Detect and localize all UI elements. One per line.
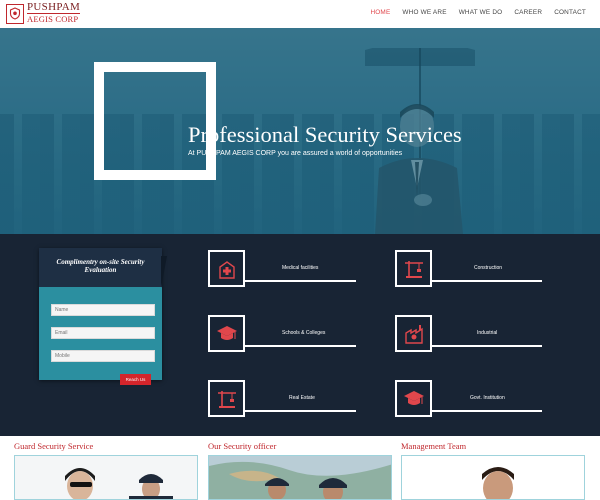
management-team-image[interactable] [401, 455, 585, 500]
hero-banner: Professional Security Services At PUSHPA… [0, 28, 600, 234]
mobile-input[interactable] [51, 350, 155, 362]
nav-contact[interactable]: CONTACT [554, 9, 586, 16]
site-header: PUSHPAM AEGIS CORP HOME WHO WE ARE WHAT … [0, 0, 600, 28]
evaluation-form: Complimentry on-site Security Evaluation… [39, 248, 167, 385]
brand-logo[interactable]: PUSHPAM AEGIS CORP [6, 1, 81, 24]
column-title-officer: Our Security officer [208, 441, 277, 451]
guard-service-image[interactable] [14, 455, 198, 500]
service-label: Real Estate [289, 395, 315, 401]
factory-icon [395, 315, 432, 352]
brand-name: PUSHPAM AEGIS CORP [27, 1, 81, 24]
hero-subtitle: At PUSHPAM AEGIS CORP you are assured a … [188, 150, 403, 157]
service-label: Govt. Institution [470, 395, 505, 401]
service-underline [432, 280, 542, 282]
service-underline [245, 410, 356, 412]
service-label: Construction [474, 265, 503, 271]
form-header-fold [161, 256, 167, 288]
service-underline [432, 345, 542, 347]
crane-icon [395, 250, 432, 287]
reach-us-button[interactable]: Reach Us [120, 374, 151, 385]
email-input[interactable] [51, 327, 155, 339]
form-header: Complimentry on-site Security Evaluation [39, 248, 162, 287]
service-label: Medical facilities [282, 265, 319, 271]
nav-home[interactable]: HOME [370, 9, 390, 16]
feature-columns: Guard Security Service Our Security offi… [0, 436, 600, 500]
service-label: Schools & Colleges [282, 330, 326, 336]
nav-what-we-do[interactable]: WHAT WE DO [459, 9, 503, 16]
nav-career[interactable]: CAREER [514, 9, 542, 16]
graduation-cap-icon [208, 315, 245, 352]
service-label: Industrial [477, 330, 498, 336]
brand-line1: PUSHPAM [27, 1, 81, 13]
name-input[interactable] [51, 304, 155, 316]
service-underline [245, 345, 356, 347]
security-officer-image[interactable] [208, 455, 392, 500]
hero-frame-decoration [94, 62, 216, 180]
services-section: Complimentry on-site Security Evaluation… [0, 234, 600, 436]
hero-title: Professional Security Services [188, 122, 462, 147]
main-nav: HOME WHO WE ARE WHAT WE DO CAREER CONTAC… [370, 9, 586, 16]
column-title-guard: Guard Security Service [14, 441, 94, 451]
column-title-management: Management Team [401, 441, 467, 451]
service-underline [245, 280, 356, 282]
graduation-cap-icon [395, 380, 432, 417]
nav-who-we-are[interactable]: WHO WE ARE [402, 9, 446, 16]
crane-icon [208, 380, 245, 417]
brand-line2: AEGIS CORP [27, 13, 81, 24]
service-underline [432, 410, 542, 412]
hospital-icon [208, 250, 245, 287]
shield-logo-icon [6, 3, 24, 24]
form-title: Complimentry on-site Security Evaluation [56, 258, 145, 274]
